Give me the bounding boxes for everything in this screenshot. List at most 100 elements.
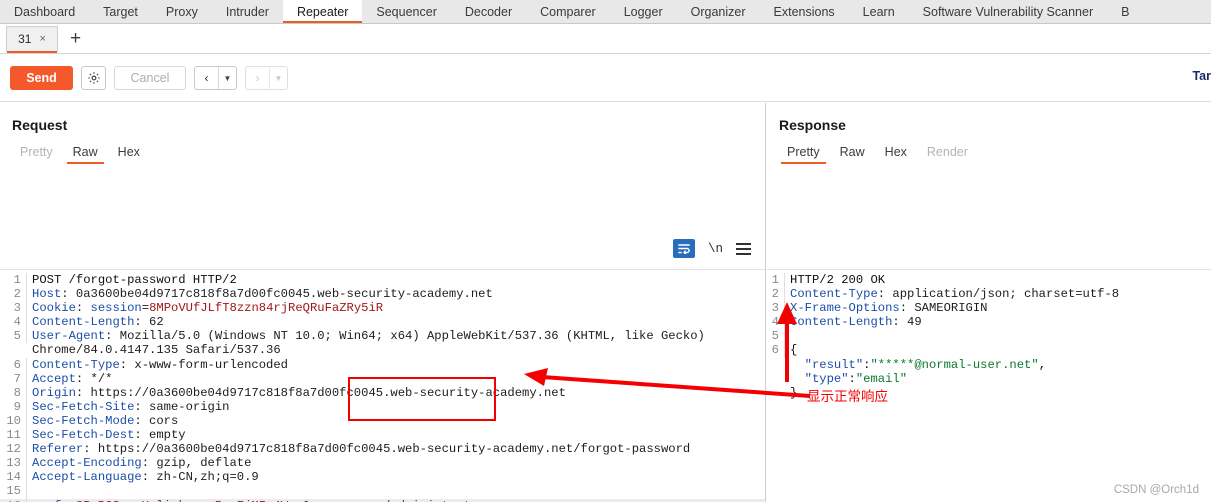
code-token: Content-Type xyxy=(32,357,120,372)
main-tab-decoder[interactable]: Decoder xyxy=(451,0,526,23)
code-token: "email" xyxy=(855,371,908,386)
line-number: 7 xyxy=(0,371,27,386)
gear-icon[interactable] xyxy=(81,66,106,90)
back-icon[interactable]: ‹ xyxy=(195,67,218,89)
main-tab-comparer[interactable]: Comparer xyxy=(526,0,610,23)
code-line: 4 Content-Length: 62 xyxy=(0,315,765,330)
word-wrap-icon[interactable] xyxy=(672,239,695,258)
back-nav-group[interactable]: ‹ ▼ xyxy=(194,66,237,90)
send-button[interactable]: Send xyxy=(10,66,73,90)
main-tab-label: Sequencer xyxy=(376,4,437,19)
code-line-text: Chrome/84.0.4147.135 Safari/537.36 xyxy=(27,343,281,357)
line-number: 12 xyxy=(0,442,27,457)
code-line-text: Sec-Fetch-Mode: cors xyxy=(27,414,178,428)
code-line-text: "type":"email" xyxy=(785,372,907,386)
main-tab-software-vulnerability-scanner[interactable]: Software Vulnerability Scanner xyxy=(909,0,1107,23)
request-editor-tools: \n xyxy=(672,239,751,258)
repeater-request-tab-31[interactable]: 31 × xyxy=(6,25,58,53)
code-line: 2 Content-Type: application/json; charset… xyxy=(767,287,1211,302)
main-tab-label: Dashboard xyxy=(14,4,76,19)
code-token: : SAMEORIGIN xyxy=(899,301,988,316)
request-view-tab-raw[interactable]: Raw xyxy=(63,145,108,164)
code-line-text: "result":"*****@normal-user.net", xyxy=(785,358,1046,372)
code-line: 6 Content-Type: x-www-form-urlencoded xyxy=(0,357,765,372)
code-line: 5 User-Agent: Mozilla/5.0 (Windows NT 10.… xyxy=(0,329,765,344)
response-view-tab-raw[interactable]: Raw xyxy=(830,145,875,164)
response-code[interactable]: 1 HTTP/2 200 OK 2 Content-Type: application… xyxy=(767,270,1211,400)
code-line: 11 Sec-Fetch-Dest: empty xyxy=(0,428,765,443)
line-number: 3 xyxy=(767,301,785,316)
code-token: User-Agent xyxy=(32,329,106,344)
response-view-tab-pretty[interactable]: Pretty xyxy=(777,145,830,164)
request-view-tab-hex[interactable]: Hex xyxy=(108,145,150,164)
code-line: 3 Cookie: session=8MPoVUfJLfT8zzn84rjReQR… xyxy=(0,301,765,316)
line-number: 13 xyxy=(0,456,27,471)
code-token: Referer xyxy=(32,442,84,457)
code-line: 2 Host: 0a3600be04d9717c818f8a7d00fc0045.… xyxy=(0,287,765,302)
code-line: } xyxy=(767,386,1211,400)
main-tab-label: Logger xyxy=(623,4,663,19)
code-token: : xyxy=(75,301,91,316)
forward-dropdown-icon: ▼ xyxy=(269,67,287,89)
main-tab-organizer[interactable]: Organizer xyxy=(677,0,760,23)
main-tab-label: B xyxy=(1121,4,1130,19)
code-line-text: Referer: https://0a3600be04d9717c818f8a7… xyxy=(27,442,690,456)
code-token: : https://0a3600be04d9717c818f8a7d00fc00… xyxy=(83,442,691,457)
main-tab-repeater[interactable]: Repeater xyxy=(282,0,363,23)
code-line: "type":"email" xyxy=(767,372,1211,386)
repeater-toolbar: Send Cancel ‹ ▼ › ▼ Tar xyxy=(0,55,1211,102)
request-editor[interactable]: 1 POST /forgot-password HTTP/2 2 Host: 0a36… xyxy=(0,269,765,502)
close-icon[interactable]: × xyxy=(39,33,45,45)
code-line-text: Sec-Fetch-Dest: empty xyxy=(27,428,186,442)
code-line-text: Content-Length: 49 xyxy=(785,315,922,329)
code-token: n8PuBGSosyUrlizkvsarRquFjMIy4Wnz xyxy=(69,499,303,502)
target-label: Tar xyxy=(1192,69,1211,83)
back-dropdown-icon[interactable]: ▼ xyxy=(218,67,236,89)
hamburger-menu-icon[interactable] xyxy=(736,242,751,255)
main-tab-proxy[interactable]: Proxy xyxy=(152,0,212,23)
main-tab-dashboard[interactable]: Dashboard xyxy=(0,0,89,23)
forward-icon: › xyxy=(255,71,260,85)
line-number: 5 xyxy=(767,329,785,344)
watermark: CSDN @Orch1d xyxy=(1113,484,1199,496)
code-token: : application/json; charset=utf-8 xyxy=(877,287,1120,302)
repeater-tab-row: 31 × + xyxy=(0,24,1211,54)
add-tab-icon[interactable]: + xyxy=(70,29,81,48)
main-tab-logger[interactable]: Logger xyxy=(610,0,677,23)
response-view-tab-hex[interactable]: Hex xyxy=(875,145,917,164)
main-tab-target[interactable]: Target xyxy=(89,0,152,23)
code-line: 3 X-Frame-Options: SAMEORIGIN xyxy=(767,301,1211,316)
request-code[interactable]: 1 POST /forgot-password HTTP/2 2 Host: 0a36… xyxy=(0,270,765,502)
main-tab-label: Intruder xyxy=(225,4,269,19)
code-line-text: csrf=n8PuBGSosyUrlizkvsarRquFjMIy4Wnz&us… xyxy=(27,499,486,502)
code-token: Accept-Encoding xyxy=(32,456,142,471)
newline-icon[interactable]: \n xyxy=(708,242,723,256)
code-line: 6{ xyxy=(767,343,1211,358)
code-line: 1 POST /forgot-password HTTP/2 xyxy=(0,273,765,288)
line-number: 6 xyxy=(767,343,785,358)
code-token: 8MPoVUfJLfT8zzn84rjReQRuFaZRy5iR xyxy=(149,301,384,316)
main-tab-b[interactable]: B xyxy=(1107,0,1143,23)
main-tab-label: Comparer xyxy=(540,4,596,19)
code-token: Content-Length xyxy=(32,315,135,330)
repeater-request-tab-label: 31 xyxy=(18,32,32,46)
response-panel: Response Pretty Raw Hex Render 1 HTTP/2 200 … xyxy=(767,103,1211,502)
code-line: 8 Origin: https://0a3600be04d9717c818f8a7… xyxy=(0,385,765,400)
code-token: : x-www-form-urlencoded xyxy=(119,357,288,372)
response-editor[interactable]: 1 HTTP/2 200 OK 2 Content-Type: application… xyxy=(767,269,1211,502)
main-tab-sequencer[interactable]: Sequencer xyxy=(362,0,450,23)
code-line: 14 Accept-Language: zh-CN,zh;q=0.9 xyxy=(0,470,765,485)
code-line: 15 xyxy=(0,484,765,499)
main-tab-learn[interactable]: Learn xyxy=(849,0,909,23)
code-token: Sec-Fetch-Dest xyxy=(32,428,135,443)
code-line-text: X-Frame-Options: SAMEORIGIN xyxy=(785,301,987,315)
code-token: : same-origin xyxy=(134,399,230,414)
code-token: Origin xyxy=(32,385,76,400)
main-tab-extensions[interactable]: Extensions xyxy=(760,0,849,23)
line-number: 8 xyxy=(0,385,27,400)
code-line: 7 Accept: */* xyxy=(0,371,765,386)
main-tab-intruder[interactable]: Intruder xyxy=(212,0,283,23)
code-line-text: User-Agent: Mozilla/5.0 (Windows NT 10.0… xyxy=(27,329,705,343)
line-number: 4 xyxy=(0,315,27,330)
code-line: 9 Sec-Fetch-Site: same-origin xyxy=(0,399,765,414)
